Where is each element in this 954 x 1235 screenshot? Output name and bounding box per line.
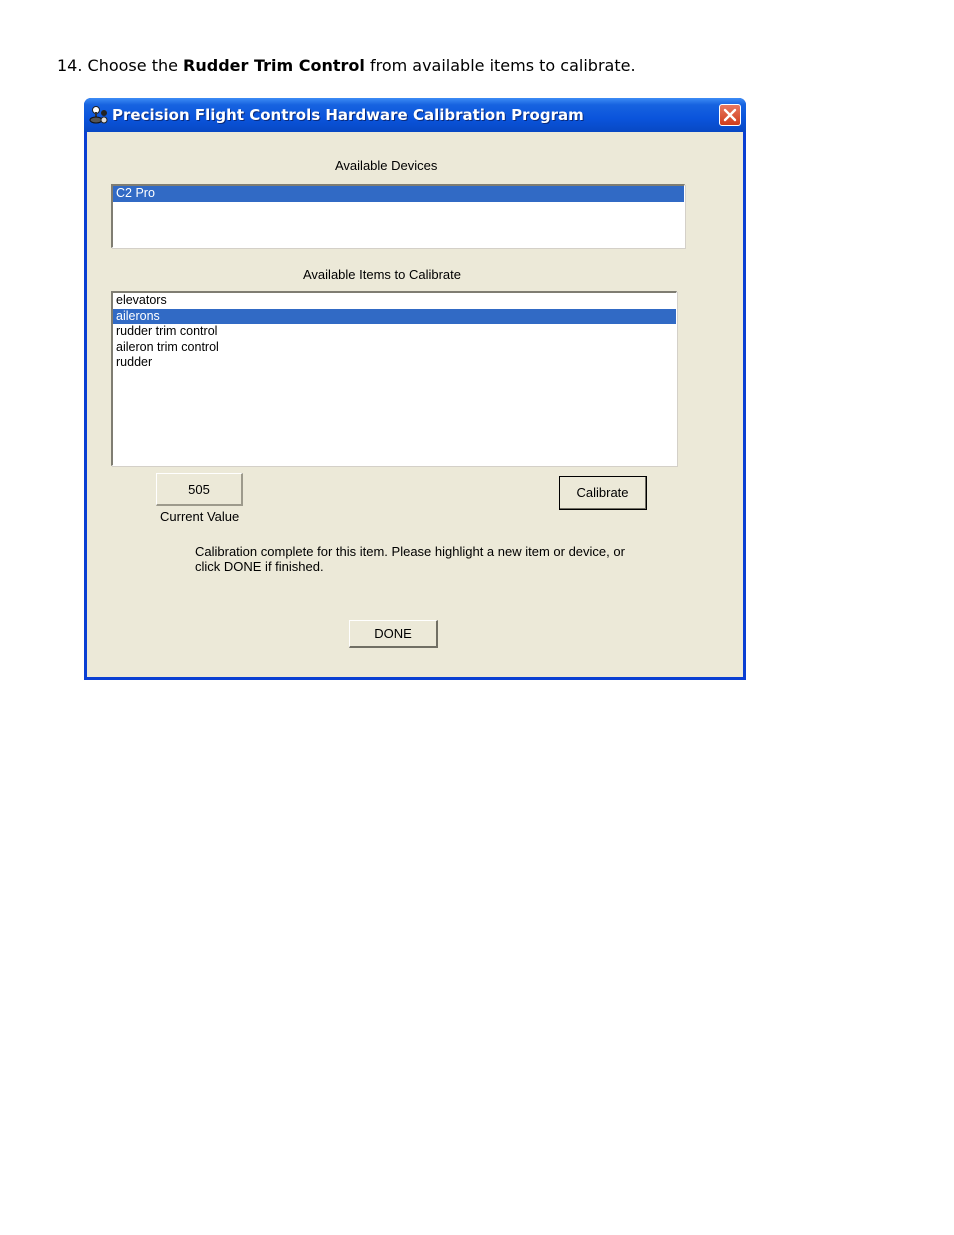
calibration-window: Precision Flight Controls Hardware Calib… — [84, 98, 746, 680]
list-item-rudder-trim-control[interactable]: rudder trim control — [113, 324, 676, 340]
title-bar[interactable]: Precision Flight Controls Hardware Calib… — [84, 98, 746, 132]
current-value-display: 505 — [156, 473, 243, 506]
status-message: Calibration complete for this item. Plea… — [195, 544, 625, 574]
calibrate-button[interactable]: Calibrate — [559, 476, 647, 510]
list-item-aileron-trim-control[interactable]: aileron trim control — [113, 340, 676, 356]
items-label: Available Items to Calibrate — [303, 267, 462, 282]
devices-label: Available Devices — [335, 158, 438, 173]
close-button[interactable] — [719, 104, 741, 126]
instruction-prefix: 14. Choose the — [57, 56, 184, 75]
window-title: Precision Flight Controls Hardware Calib… — [112, 106, 584, 124]
dialog-body: Available Devices C2 Pro Available Items… — [87, 132, 743, 677]
instruction-bold: Rudder Trim Control — [183, 56, 365, 75]
close-icon — [723, 108, 737, 122]
device-item-c2-pro[interactable]: C2 Pro — [113, 186, 684, 202]
joystick-icon — [89, 105, 109, 125]
done-button[interactable]: DONE — [349, 620, 438, 648]
devices-listbox[interactable]: C2 Pro — [111, 184, 685, 248]
instruction-text: 14. Choose the Rudder Trim Control from … — [57, 56, 636, 75]
current-value-label: Current Value — [160, 509, 240, 524]
items-listbox[interactable]: elevators ailerons rudder trim control a… — [111, 291, 677, 466]
list-item-rudder[interactable]: rudder — [113, 355, 676, 371]
list-item-ailerons[interactable]: ailerons — [113, 308, 676, 324]
list-item-elevators[interactable]: elevators — [113, 293, 676, 309]
instruction-suffix: from available items to calibrate. — [364, 56, 636, 75]
